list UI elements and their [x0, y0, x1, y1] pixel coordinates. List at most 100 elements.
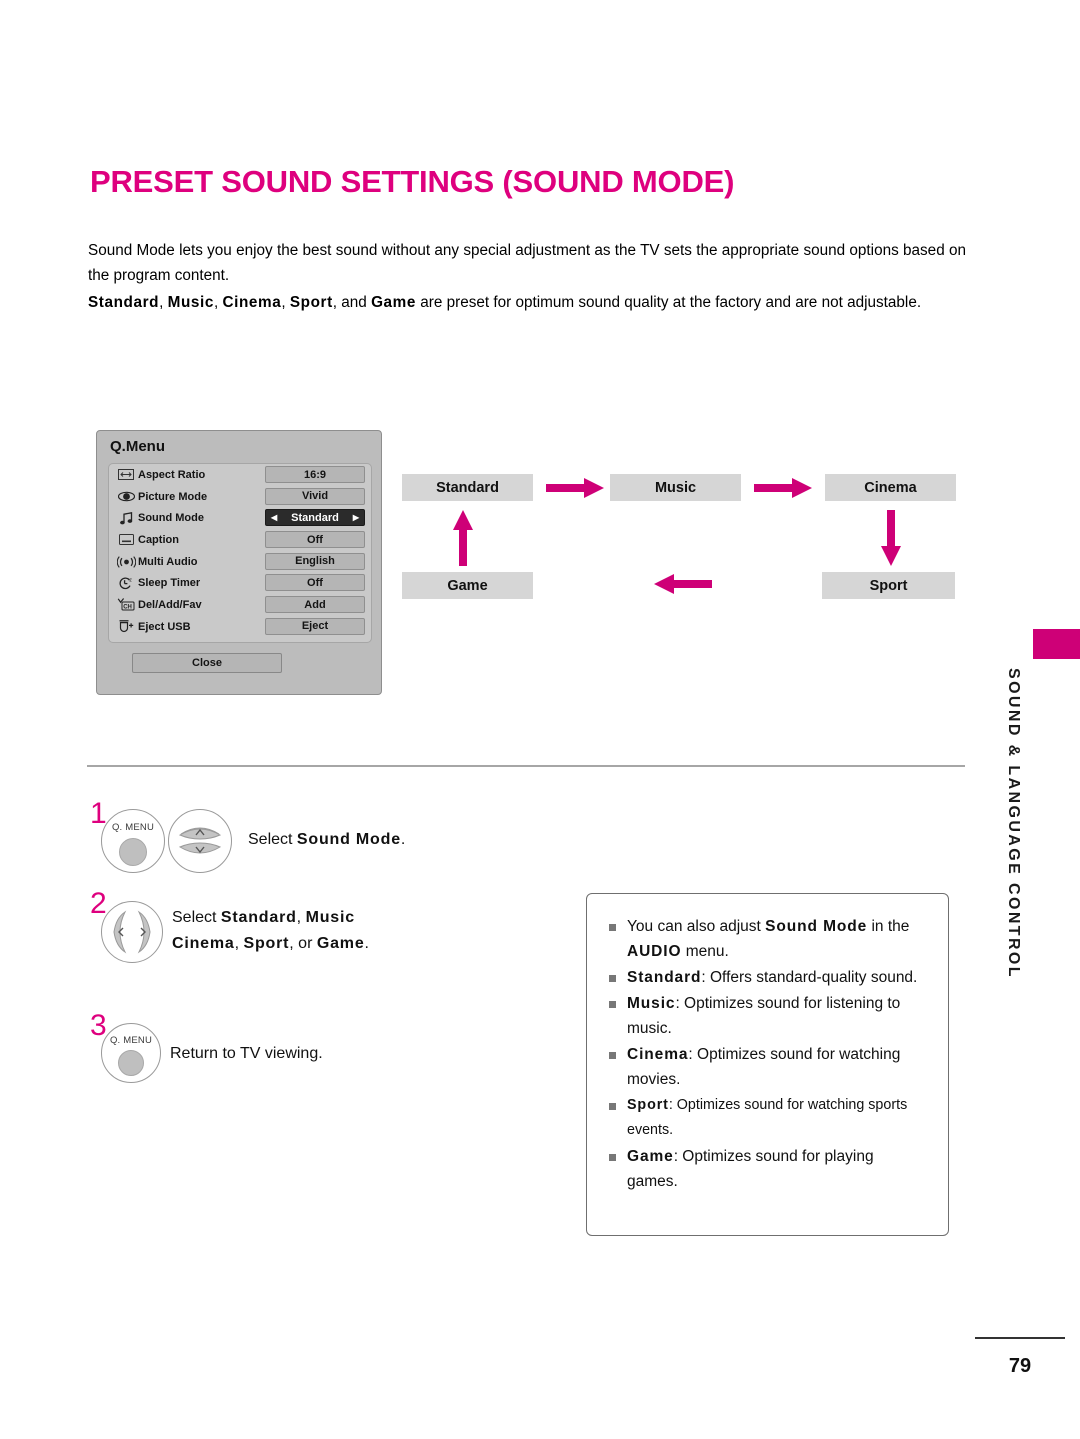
step-2-bold-cinema: Cinema: [172, 935, 235, 952]
q-menu-row-label: Del/Add/Fav: [138, 598, 202, 611]
q-menu-row-value[interactable]: 16:9: [265, 466, 365, 483]
multi-audio-icon: [115, 555, 137, 568]
note-bold: Game: [627, 1148, 674, 1165]
flow-node-cinema: Cinema: [825, 474, 956, 501]
step-1-text-bold: Sound Mode: [296, 831, 401, 848]
steps-list: 1 Q. MENU Select Sound Mode. 2 Select St…: [90, 795, 520, 1085]
q-menu-row-value[interactable]: ◀ Standard ▶: [265, 509, 365, 527]
step-2-or: , or: [289, 935, 317, 952]
page-title: PRESET SOUND SETTINGS (SOUND MODE): [90, 164, 735, 199]
note-item: Sport: Optimizes sound for watching spor…: [605, 1093, 928, 1143]
intro-paragraph-2: Standard, Music, Cinema, Sport, and Game…: [88, 290, 966, 315]
intro-tail: are preset for optimum sound quality at …: [415, 294, 922, 311]
sep-3: ,: [281, 294, 290, 311]
q-menu-button-label: Q. MENU: [111, 822, 155, 833]
note-bold: Music: [627, 995, 676, 1012]
q-menu-row-label: Caption: [138, 533, 179, 546]
flow-node-standard: Standard: [402, 474, 533, 501]
page-number: 79: [1008, 1355, 1032, 1377]
notes-box: You can also adjust Sound Mode in the AU…: [586, 893, 949, 1236]
note-bold: Sport: [627, 1097, 669, 1113]
q-menu-row-label: Picture Mode: [138, 490, 208, 503]
q-menu-row-value[interactable]: Add: [265, 596, 365, 614]
q-menu-row-picture-mode[interactable]: Picture Mode Vivid: [109, 486, 371, 508]
q-menu-title: Q.Menu: [110, 438, 165, 455]
q-menu-row-value[interactable]: Eject: [265, 617, 365, 635]
q-menu-close-button[interactable]: Close: [132, 653, 282, 673]
step-2-bold-standard: Standard: [220, 909, 297, 926]
section-divider: [87, 765, 965, 767]
aspect-ratio-icon: [115, 469, 137, 481]
sound-mode-icon: [115, 511, 137, 525]
step-2: 2 Select Standard, Music Cinema, Sport, …: [90, 887, 520, 1005]
q-menu-row-label: Multi Audio: [138, 555, 198, 568]
q-menu-row-aspect-ratio[interactable]: Aspect Ratio 16:9: [109, 464, 371, 486]
q-menu-button[interactable]: Q. MENU: [101, 809, 165, 873]
sep-1: ,: [159, 294, 168, 311]
up-down-button[interactable]: [168, 809, 232, 873]
note-bold-2: AUDIO: [627, 943, 682, 960]
step-2-bold-sport: Sport: [243, 935, 290, 952]
q-menu-row-label: Aspect Ratio: [138, 468, 206, 481]
q-menu-button-dot: [119, 838, 147, 866]
arrow-down-icon: [881, 510, 901, 566]
chevron-right-icon[interactable]: ▶: [353, 513, 359, 522]
eject-usb-icon: [115, 620, 137, 633]
step-1: 1 Q. MENU Select Sound Mode.: [90, 795, 520, 887]
footer-rule: [975, 1337, 1065, 1339]
up-down-arrows-icon: [178, 827, 222, 854]
step-2-bold-game: Game: [316, 935, 365, 952]
note-item: Standard: Offers standard-quality sound.: [605, 965, 928, 990]
note-item: You can also adjust Sound Mode in the AU…: [605, 914, 928, 964]
note-pre: You can also adjust: [627, 918, 766, 935]
q-menu-dialog: Q.Menu Aspect Ratio 16:9 Picture Mode Vivid…: [96, 430, 382, 695]
note-bold: Standard: [627, 969, 702, 986]
q-menu-row-label: Sleep Timer: [138, 577, 201, 590]
mode-game: Game: [371, 294, 416, 311]
flow-node-game: Game: [402, 572, 533, 599]
step-2-text-pre: Select: [172, 909, 221, 926]
note-post: : Optimizes sound for watching sports ev…: [627, 1097, 908, 1138]
q-menu-row-value-text: Standard: [291, 511, 339, 524]
q-menu-row-sound-mode[interactable]: Sound Mode ◀ Standard ▶: [109, 507, 371, 529]
note-mid: in the: [867, 918, 910, 935]
step-2-bold-music: Music: [305, 909, 355, 926]
q-menu-row-caption[interactable]: Caption Off: [109, 529, 371, 551]
arrow-left-icon: [654, 574, 712, 594]
document-page: PRESET SOUND SETTINGS (SOUND MODE) Sound…: [0, 0, 1080, 1439]
left-right-arrows-icon: [113, 910, 151, 954]
mode-cinema: Cinema: [222, 294, 282, 311]
note-bold: Sound Mode: [765, 918, 868, 935]
svg-text:CH: CH: [123, 605, 132, 611]
q-menu-row-value[interactable]: Off: [265, 531, 365, 549]
note-item: Music: Optimizes sound for listening to …: [605, 991, 928, 1041]
del-add-fav-icon: CH: [115, 598, 137, 611]
sep-4: , and: [332, 294, 372, 311]
q-menu-row-multi-audio[interactable]: Multi Audio English: [109, 551, 371, 573]
side-tab-marker: [1033, 629, 1080, 659]
note-bold: Cinema: [627, 1046, 689, 1063]
left-right-button[interactable]: [101, 901, 163, 963]
sound-mode-cycle-diagram: Standard Music Cinema Game Sport: [402, 468, 972, 608]
q-menu-row-eject-usb[interactable]: Eject USB Eject: [109, 616, 371, 638]
arrow-right-icon: [546, 478, 604, 498]
note-item: Game: Optimizes sound for playing games.: [605, 1144, 928, 1194]
step-2-sep-1: ,: [296, 909, 306, 926]
mode-sport: Sport: [289, 294, 333, 311]
q-menu-list: Aspect Ratio 16:9 Picture Mode Vivid Sound M…: [108, 463, 372, 643]
sleep-timer-icon: z: [115, 577, 137, 590]
step-3: 3 Q. MENU Return to TV viewing.: [90, 1005, 520, 1085]
q-menu-row-sleep-timer[interactable]: z Sleep Timer Off: [109, 572, 371, 594]
note-item: Cinema: Optimizes sound for watching mov…: [605, 1042, 928, 1092]
picture-mode-icon: [115, 491, 137, 502]
flow-node-sport: Sport: [822, 572, 955, 599]
q-menu-row-value[interactable]: English: [265, 552, 365, 570]
q-menu-button-dot: [118, 1050, 144, 1076]
step-1-text: Select Sound Mode.: [248, 827, 405, 853]
q-menu-row-value[interactable]: Vivid: [265, 487, 365, 505]
q-menu-button[interactable]: Q. MENU: [101, 1023, 161, 1083]
q-menu-row-del-add-fav[interactable]: CH Del/Add/Fav Add: [109, 594, 371, 616]
q-menu-row-value[interactable]: Off: [265, 574, 365, 592]
step-1-text-post: .: [400, 831, 406, 848]
step-3-text: Return to TV viewing.: [170, 1045, 323, 1062]
